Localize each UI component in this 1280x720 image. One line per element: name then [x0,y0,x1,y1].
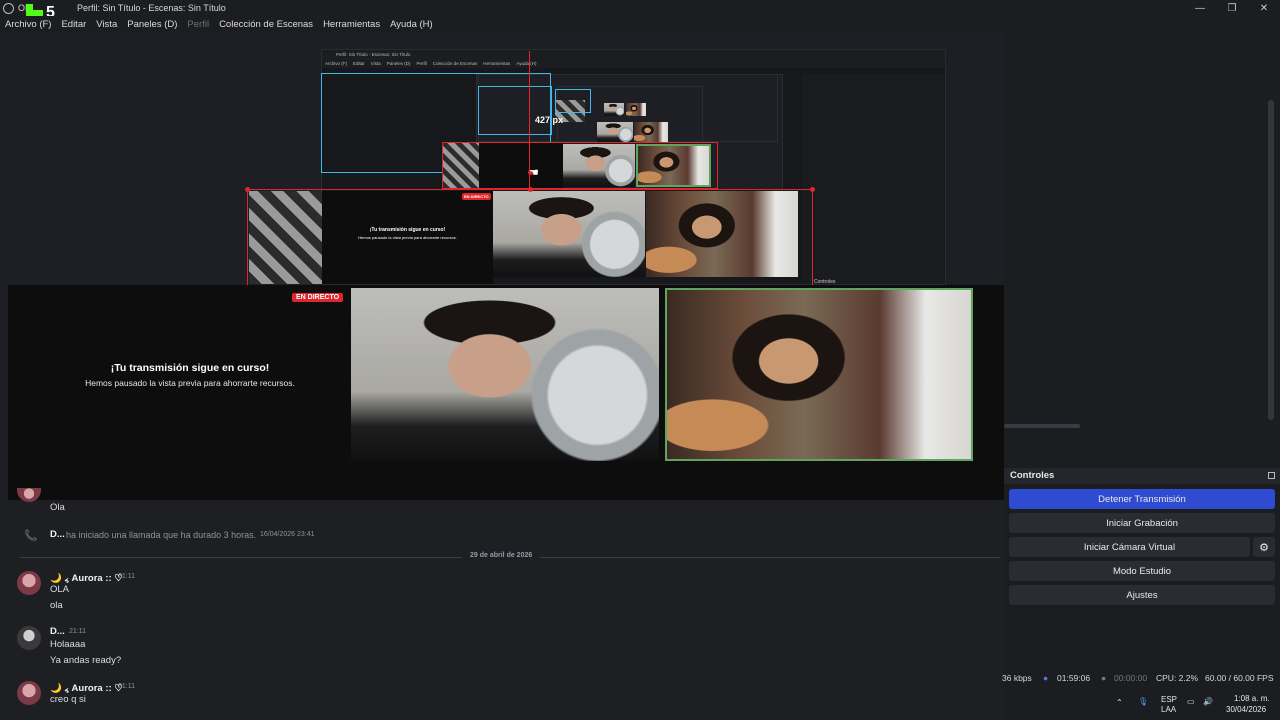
bitrate: 36 kbps [1002,673,1032,683]
message-time: 21:11 [69,628,86,635]
date-divider-label: 29 de abril de 2026 [462,552,541,559]
record-icon: ● [1101,673,1107,683]
transform-handle[interactable] [245,187,250,192]
message-author[interactable]: D... [50,626,65,637]
controls-title: Controles [1010,470,1055,481]
message-text: Ola [50,502,65,513]
nested-menu: Archivo (F) Editar Vista Paneles (D) Per… [322,59,945,68]
clock-time[interactable]: 1:08 a. m. [1234,694,1270,703]
language-bottom[interactable]: LAA [1161,705,1176,714]
camera-her [665,288,973,461]
camera-him [351,288,659,461]
nested-title: Perfil: Sin Título - Escenas: Sin Título [322,50,945,59]
stop-stream-button[interactable]: Detener Transmisión [1009,489,1275,509]
fps: 60.00 / 60.00 FPS [1205,673,1274,683]
nested-menu-item: Herramientas [483,61,511,66]
nested-camera-him-small [597,122,633,142]
nested-menu-item: Perfil [416,61,427,66]
virtual-camera-settings-button[interactable]: ⚙ [1253,537,1275,557]
dock-scrollbar[interactable] [1268,100,1274,420]
selection-box-medium[interactable] [478,86,552,135]
cpu-usage: CPU: 2.2% [1156,673,1199,683]
nested-menu-item: Editar [353,61,365,66]
call-user[interactable]: D... [50,529,65,540]
nested-menu-item: Colección de Escenas [432,61,478,66]
right-dock-panel [1004,32,1280,468]
window-title: Perfil: Sin Título - Escenas: Sin Título [77,3,226,13]
menu-bar: Archivo (F) Editar Vista Paneles (D) Per… [0,16,1280,32]
message-text: creo q si [50,694,86,705]
language-top[interactable]: ESP [1161,695,1177,704]
message-time: 21:11 [118,683,135,690]
menu-profile[interactable]: Perfil [182,19,214,30]
gear-icon: ⚙ [1259,541,1269,554]
paused-subtitle: Hemos pausado la vista previa para ahorr… [85,378,295,388]
maximize-button[interactable]: ❐ [1216,0,1248,16]
controls-header: Controles [1004,468,1280,484]
selection-box-small[interactable] [555,89,591,113]
red-bounding-mid[interactable] [442,142,718,189]
transform-handle[interactable] [810,187,815,192]
menu-help[interactable]: Ayuda (H) [385,19,438,30]
menu-view[interactable]: Vista [91,19,122,30]
live-badge: EN DIRECTO [292,293,344,302]
preview-hscrollbar[interactable] [1004,424,1080,428]
stream-time: 01:59:06 [1057,673,1091,683]
call-text: ha iniciado una llamada que ha durado 3 … [66,530,257,540]
message-time: 21:11 [118,573,135,580]
start-virtual-camera-button[interactable]: Iniciar Cámara Virtual [1009,537,1250,557]
microphone-icon[interactable]: 🎙 [1138,697,1148,706]
obs-app-icon [3,2,14,14]
measure-label: 427 px [535,115,564,125]
nested-right-dock [802,74,944,284]
minimize-button[interactable]: — [1184,0,1216,16]
menu-docks[interactable]: Paneles (D) [122,19,182,30]
nested-menu-item: Archivo (F) [325,61,348,66]
stream-icon: ● [1043,673,1049,683]
nested-camera-her-small [634,122,668,142]
paused-message: ¡Tu transmisión sigue en curso! Hemos pa… [40,362,340,388]
menu-file[interactable]: Archivo (F) [0,19,56,30]
volume-icon[interactable]: 🔊 [1203,697,1213,706]
title-bar: OB Perfil: Sin Título - Escenas: Sin Tít… [0,0,1280,16]
avatar[interactable] [17,571,41,595]
avatar[interactable] [17,626,41,650]
message-text: Holaaaa [50,639,86,650]
start-recording-button[interactable]: Iniciar Grabación [1009,513,1275,533]
phone-icon: 📞 [24,530,38,542]
message-text: Ya andas ready? [50,655,122,666]
message-author[interactable]: 🌙 ៹ Aurora :: ♡ [50,681,123,694]
chevron-up-icon[interactable]: ⌃ [1116,698,1123,707]
network-icon[interactable]: ▭ [1187,697,1195,706]
call-time: 16/04/2026 23:41 [260,531,315,538]
message-text: OLA [50,584,70,595]
message-author[interactable]: 🌙 ៹ Aurora :: ♡ [50,571,123,584]
nested-menu-item: Ayuda (H) [516,61,537,66]
undock-icon[interactable] [1268,472,1275,479]
menu-tools[interactable]: Herramientas [318,19,385,30]
avatar[interactable] [17,681,41,705]
status-bar: 36 kbps ● 01:59:06 ● 00:00:00 CPU: 2.2% … [1002,668,1280,688]
clock-date[interactable]: 30/04/2026 [1226,705,1266,714]
message-text: ola [50,600,63,611]
menu-edit[interactable]: Editar [56,19,91,30]
menu-scene-collection[interactable]: Colección de Escenas [214,19,318,30]
nested-camera-him-tiny [604,103,624,116]
hand-cursor-icon: ☚ [529,167,539,179]
nested-menu-item: Vista [370,61,381,66]
nested-camera-her-tiny [626,103,646,116]
studio-mode-button[interactable]: Modo Estudio [1009,561,1275,581]
nested-menu-item: Paneles (D) [386,61,411,66]
red-bounding-large[interactable] [247,189,813,286]
record-time: 00:00:00 [1114,673,1148,683]
settings-button[interactable]: Ajustes [1009,585,1275,605]
system-tray: ⌃ 🎙 ESP LAA ▭ 🔊 1:08 a. m. 30/04/2026 [1004,688,1280,720]
close-button[interactable]: ✕ [1248,0,1280,16]
paused-title: ¡Tu transmisión sigue en curso! [110,362,270,374]
